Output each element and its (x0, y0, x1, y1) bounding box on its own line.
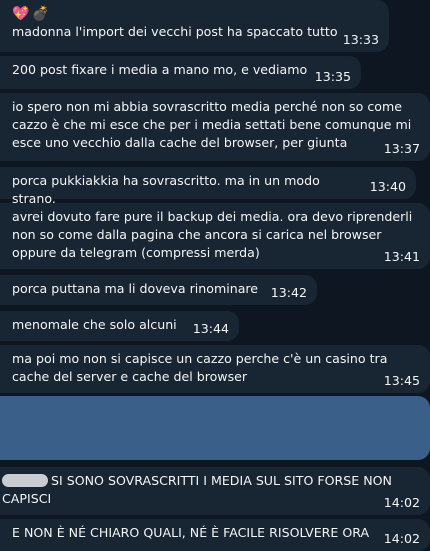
message-bubble[interactable]: ma poi mo non si capisce un cazzo perche… (0, 345, 430, 393)
chat-history: 💖 💣 madonna l'import dei vecchi post ha … (0, 0, 430, 551)
message-text: 200 post fixare i media a mano mo, e ved… (12, 62, 308, 77)
message-text: ma poi mo non si capisce un cazzo perche… (12, 351, 388, 384)
message-time: 14:02 (383, 531, 420, 546)
message-bubble[interactable]: io spero non mi abbia sovrascritto media… (0, 93, 430, 161)
message-bubble[interactable]: SI SONO SOVRASCRITTI I MEDIA SUL SITO FO… (0, 467, 430, 515)
sparkling-heart-icon: 💖 (12, 6, 30, 22)
message-time: 13:45 (383, 373, 420, 388)
message-text-content: SI SONO SOVRASCRITTI I MEDIA SUL SITO FO… (2, 473, 392, 506)
message-time: 14:02 (383, 495, 420, 510)
message-bubble[interactable]: menomale che solo alcuni 13:44 (0, 311, 239, 341)
redacted-mention (2, 474, 48, 487)
message-text: menomale che solo alcuni (12, 317, 177, 332)
message-time: 13:42 (270, 285, 307, 300)
message-time: 13:41 (383, 249, 420, 264)
message-bubble[interactable]: 200 post fixare i media a mano mo, e ved… (0, 56, 361, 89)
message-text: madonna l'import dei vecchi post ha spac… (12, 24, 338, 39)
message-time: 13:35 (314, 69, 351, 84)
message-bubble[interactable]: 💖 💣 madonna l'import dei vecchi post ha … (0, 0, 389, 52)
message-bubble[interactable]: porca puttana ma li doveva rinominare 13… (0, 275, 317, 305)
message-time: 13:33 (342, 32, 379, 47)
message-time: 13:40 (369, 179, 406, 194)
message-time: 13:44 (192, 321, 229, 336)
message-text: SI SONO SOVRASCRITTI I MEDIA SUL SITO FO… (2, 472, 418, 508)
message-bubble[interactable]: E NON È NÉ CHIARO QUALI, NÉ È FACILE RIS… (0, 519, 430, 551)
bomb-icon: 💣 (31, 6, 49, 22)
message-bubble[interactable]: avrei dovuto fare pure il backup dei med… (0, 203, 430, 269)
media-message[interactable] (0, 396, 430, 460)
message-text: io spero non mi abbia sovrascritto media… (12, 99, 412, 150)
message-time: 13:37 (383, 141, 420, 156)
message-text: porca puttana ma li doveva rinominare (12, 281, 259, 296)
message-bubble[interactable]: porca pukkiakkia ha sovrascritto. ma in … (0, 167, 416, 206)
message-text: avrei dovuto fare pure il backup dei med… (12, 209, 413, 260)
emoji-row: 💖 💣 (12, 5, 377, 23)
message-text: E NON È NÉ CHIARO QUALI, NÉ È FACILE RIS… (12, 525, 370, 540)
